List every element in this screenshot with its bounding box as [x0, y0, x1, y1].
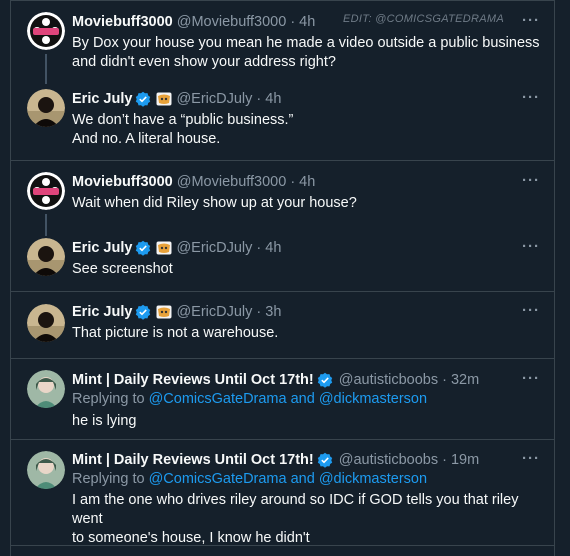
person-avatar[interactable]	[27, 238, 65, 276]
tweet-text-line: Wait when did Riley show up at your hous…	[72, 195, 357, 211]
anime-avatar[interactable]	[27, 370, 65, 408]
watermark: EDIT: @COMICSGATEDRAMA	[343, 13, 504, 25]
timestamp[interactable]: · 4h	[290, 174, 315, 190]
user-handle[interactable]: @Moviebuff3000	[177, 14, 287, 30]
display-name[interactable]: Mint | Daily Reviews Until Oct 17th!	[72, 372, 314, 388]
affiliation-badge-icon[interactable]	[156, 305, 172, 319]
user-handle[interactable]: @autisticboobs	[339, 372, 438, 388]
replying-to-link[interactable]: @ComicsGateDrama and @dickmasterson	[149, 391, 427, 407]
tweet-header: Moviebuff3000 @Moviebuff3000 · 4h	[72, 12, 315, 32]
user-handle[interactable]: @EricDJuly	[176, 91, 252, 107]
tweet-header: Mint | Daily Reviews Until Oct 17th! @au…	[72, 450, 479, 470]
anime-avatar[interactable]	[27, 451, 65, 489]
timeline: Moviebuff3000 @Moviebuff3000 · 4h ··· By…	[10, 0, 555, 556]
tweet-text-line: That picture is not a warehouse.	[72, 325, 279, 341]
film-reel-avatar[interactable]	[27, 172, 65, 210]
tweet-header: Mint | Daily Reviews Until Oct 17th! @au…	[72, 370, 479, 390]
tweet-text-line: he is lying	[72, 413, 137, 429]
tweet[interactable]: Mint | Daily Reviews Until Oct 17th! @au…	[11, 359, 554, 439]
more-options-icon[interactable]: ···	[522, 370, 540, 387]
separator	[11, 545, 554, 546]
timestamp[interactable]: · 4h	[256, 240, 281, 256]
verified-badge-icon	[136, 240, 151, 256]
more-options-icon[interactable]: ···	[522, 450, 540, 467]
tweet-header: Eric July @EricDJuly · 4h	[72, 238, 281, 258]
tweet[interactable]: Mint | Daily Reviews Until Oct 17th! @au…	[11, 440, 554, 548]
tweet-text: That picture is not a warehouse.	[72, 324, 542, 343]
verified-badge-icon	[317, 452, 332, 468]
user-handle[interactable]: @Moviebuff3000	[177, 174, 287, 190]
timestamp[interactable]: · 4h	[256, 91, 281, 107]
tweet[interactable]: Eric July @EricDJuly · 4h ··· We don’t h…	[11, 80, 554, 160]
tweet-text-line: We don’t have a “public business.”	[72, 112, 294, 128]
tweet-text: I am the one who drives riley around so …	[72, 491, 542, 548]
timestamp[interactable]: · 4h	[290, 14, 315, 30]
more-options-icon[interactable]: ···	[522, 12, 540, 29]
affiliation-badge-icon[interactable]	[156, 241, 172, 255]
tweet-text: Wait when did Riley show up at your hous…	[72, 194, 542, 213]
more-options-icon[interactable]: ···	[522, 238, 540, 255]
tweet[interactable]: Eric July @EricDJuly · 3h ··· That pictu…	[11, 292, 554, 358]
film-reel-avatar[interactable]	[27, 12, 65, 50]
tweet-text-line: and didn't even show your address right?	[72, 54, 336, 70]
verified-badge-icon	[136, 91, 151, 107]
display-name[interactable]: Eric July	[72, 240, 132, 256]
more-options-icon[interactable]: ···	[522, 89, 540, 106]
replying-to: Replying to @ComicsGateDrama and @dickma…	[72, 391, 427, 407]
tweet-text-line: And no. A literal house.	[72, 131, 221, 147]
tweet-text: We don’t have a “public business.” And n…	[72, 111, 542, 149]
replying-to: Replying to @ComicsGateDrama and @dickma…	[72, 471, 427, 487]
verified-badge-icon	[136, 304, 151, 320]
user-handle[interactable]: @autisticboobs	[339, 452, 438, 468]
tweet-text-line: I am the one who drives riley around so …	[72, 492, 519, 527]
timestamp[interactable]: · 3h	[256, 304, 281, 320]
tweet-header: Eric July @EricDJuly · 4h	[72, 89, 281, 109]
display-name[interactable]: Moviebuff3000	[72, 174, 173, 190]
tweet-header: Eric July @EricDJuly · 3h	[72, 302, 281, 322]
tweet-text: By Dox your house you mean he made a vid…	[72, 34, 542, 72]
more-options-icon[interactable]: ···	[522, 172, 540, 189]
timestamp[interactable]: · 19m	[442, 452, 479, 468]
tweet-text: he is lying	[72, 412, 542, 431]
display-name[interactable]: Moviebuff3000	[72, 14, 173, 30]
person-avatar[interactable]	[27, 304, 65, 342]
replying-to-label: Replying to	[72, 391, 145, 407]
replying-to-label: Replying to	[72, 471, 145, 487]
tweet-header: Moviebuff3000 @Moviebuff3000 · 4h	[72, 172, 315, 192]
verified-badge-icon	[317, 372, 332, 388]
tweet-text-line: By Dox your house you mean he made a vid…	[72, 35, 540, 51]
user-handle[interactable]: @EricDJuly	[176, 304, 252, 320]
display-name[interactable]: Eric July	[72, 304, 132, 320]
tweet[interactable]: Eric July @EricDJuly · 4h ··· See screen…	[11, 225, 554, 291]
replying-to-link[interactable]: @ComicsGateDrama and @dickmasterson	[149, 471, 427, 487]
tweet-text-line: See screenshot	[72, 261, 173, 277]
tweet-text: See screenshot	[72, 260, 542, 279]
user-handle[interactable]: @EricDJuly	[176, 240, 252, 256]
more-options-icon[interactable]: ···	[522, 302, 540, 319]
display-name[interactable]: Mint | Daily Reviews Until Oct 17th!	[72, 452, 314, 468]
timestamp[interactable]: · 32m	[442, 372, 479, 388]
person-avatar[interactable]	[27, 89, 65, 127]
display-name[interactable]: Eric July	[72, 91, 132, 107]
affiliation-badge-icon[interactable]	[156, 92, 172, 106]
tweet[interactable]: Moviebuff3000 @Moviebuff3000 · 4h ··· Wa…	[11, 161, 554, 236]
